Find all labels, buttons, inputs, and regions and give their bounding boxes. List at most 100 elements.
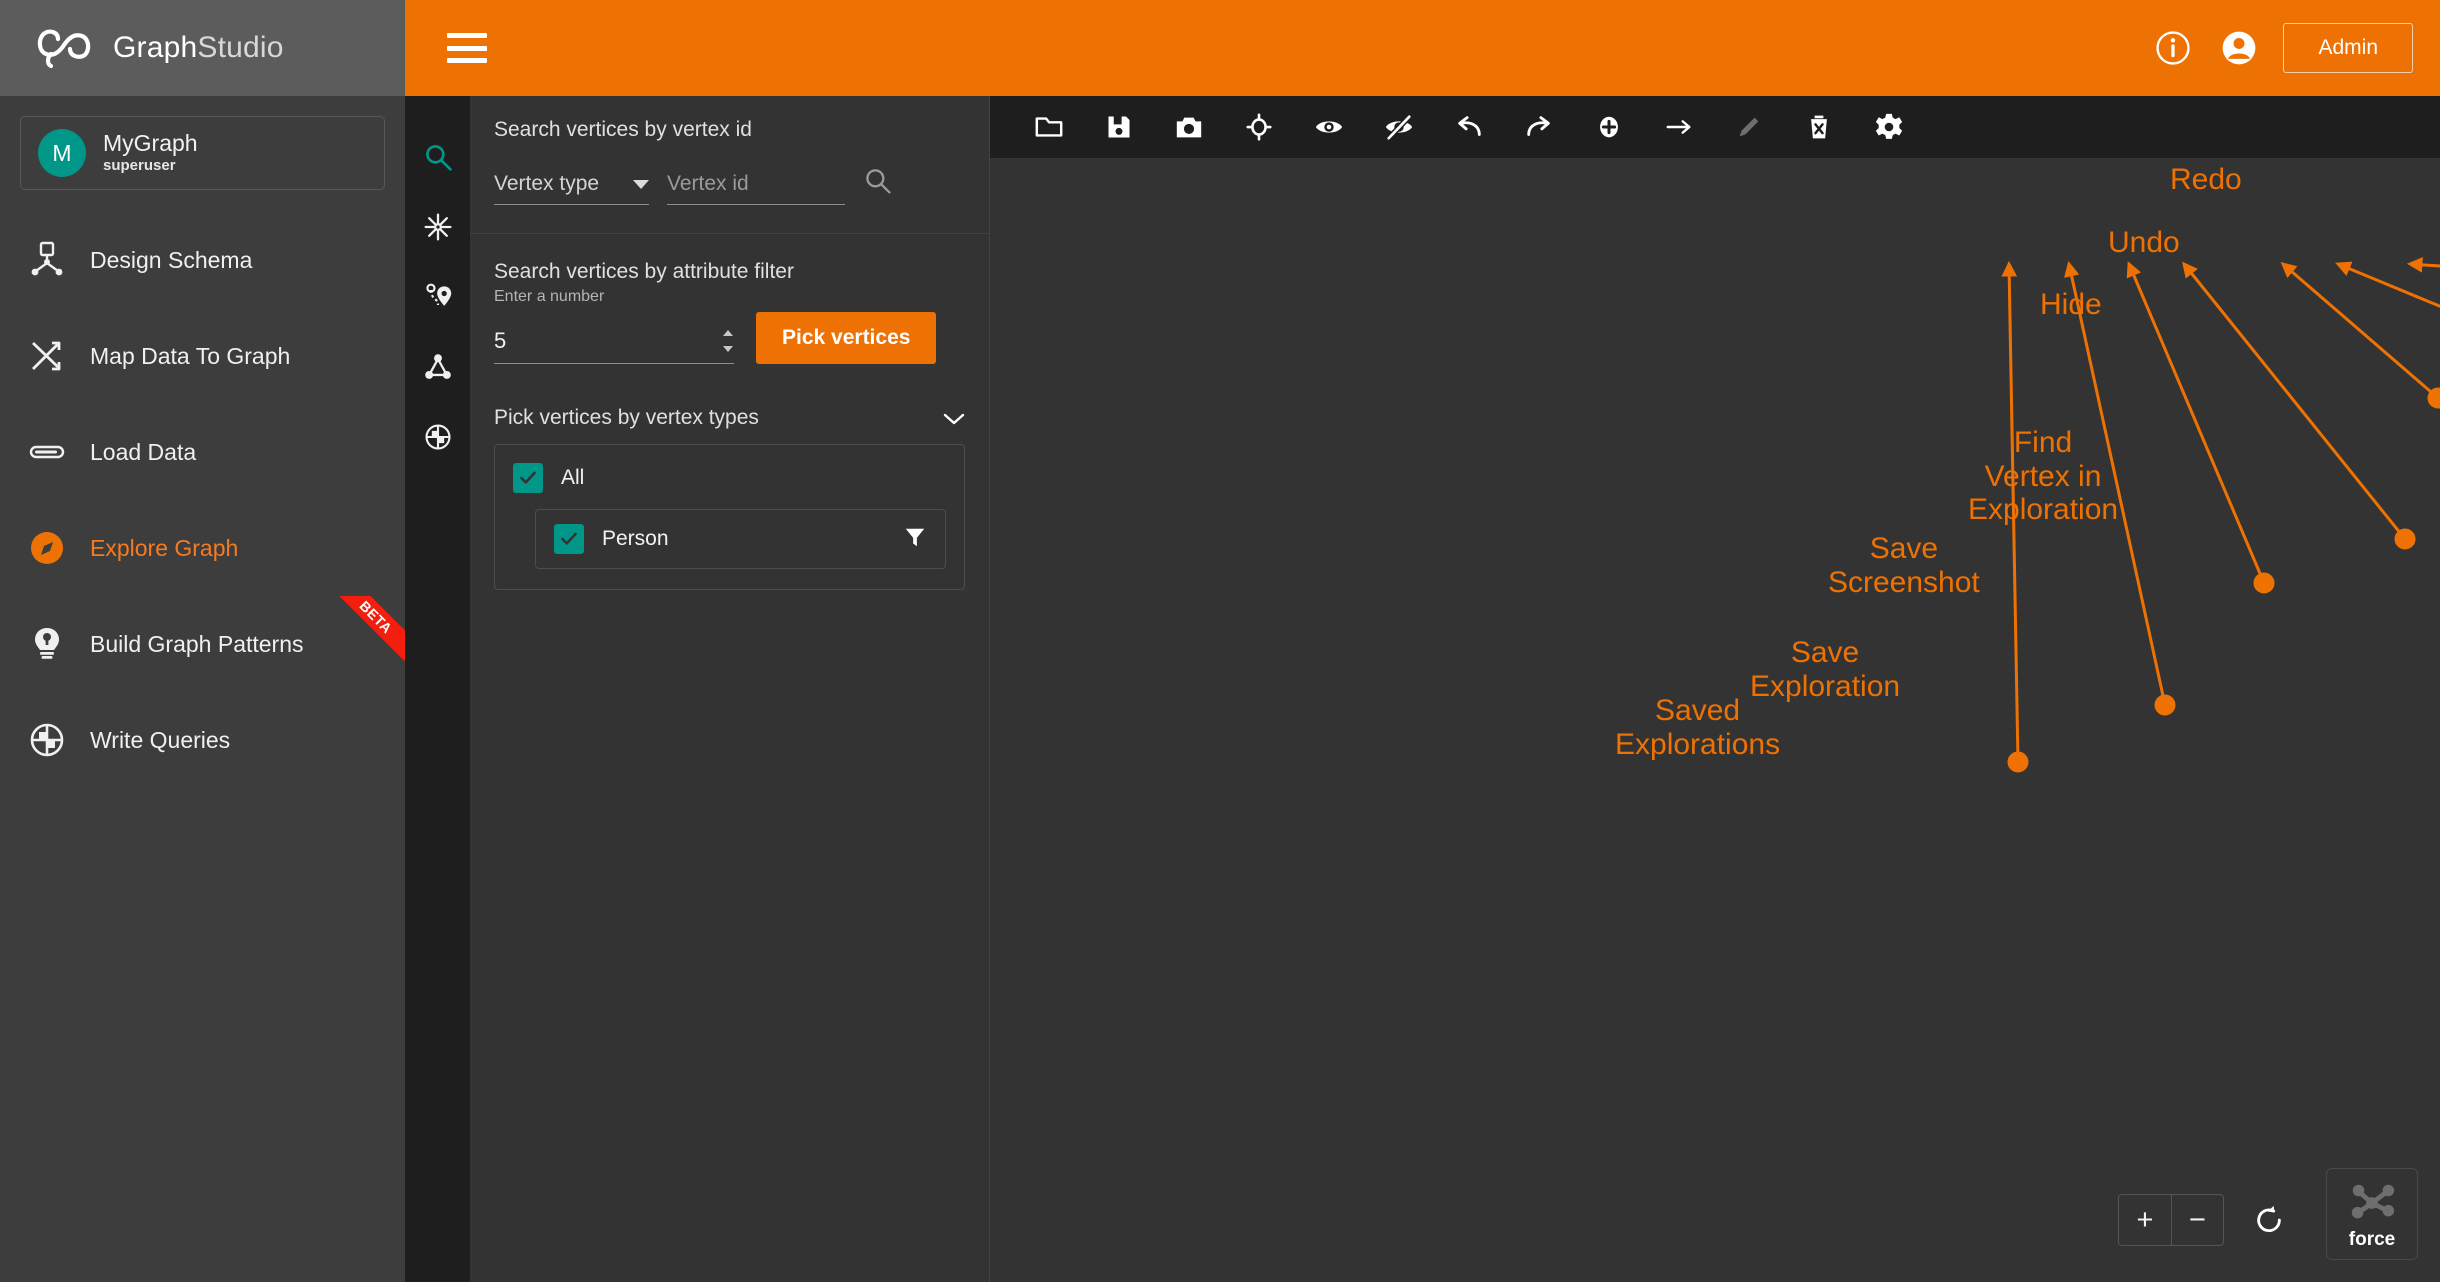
pick-by-types-header[interactable]: Pick vertices by vertex types: [494, 406, 965, 430]
anno-line-hide: [2283, 264, 2438, 398]
graph-card-text: MyGraph superuser: [103, 130, 198, 176]
search-by-vertex-id-section: Search vertices by vertex id Vertex type…: [470, 118, 989, 205]
funnel-icon[interactable]: [903, 525, 927, 554]
zoom-button-group: + −: [2118, 1194, 2224, 1246]
graph-name: MyGraph: [103, 130, 198, 156]
annotation-hide: Hide: [2040, 288, 2102, 322]
annotation-save-screenshot: Save Screenshot: [1828, 532, 1980, 599]
annotation-save-exploration: Save Exploration: [1750, 636, 1900, 703]
vertex-id-placeholder: Vertex id: [667, 172, 749, 196]
body-row: Search vertices by vertex id Vertex type…: [405, 96, 2440, 1282]
sidebar-item-label: Explore Graph: [90, 535, 238, 562]
eye-off-icon[interactable]: [1364, 96, 1434, 158]
vertex-type-select[interactable]: Vertex type: [494, 172, 649, 205]
shortest-path-icon: [423, 282, 453, 317]
zoom-in-button[interactable]: +: [2119, 1195, 2171, 1245]
arrow-right-icon[interactable]: [1644, 96, 1714, 158]
vertex-id-field-row: Vertex type Vertex id: [494, 166, 965, 205]
number-stepper[interactable]: [723, 330, 734, 352]
anno-line-save-screenshot: [2129, 264, 2264, 583]
sidebar-item-map-data-to-graph[interactable]: Map Data To Graph: [0, 308, 405, 404]
graph-physics-button[interactable]: force: [2326, 1168, 2418, 1260]
number-input[interactable]: 5: [494, 328, 734, 364]
graph-canvas[interactable]: Saved Explorations Save Exploration Save…: [990, 96, 2440, 1282]
annotation-saved-explorations: Saved Explorations: [1615, 694, 1780, 761]
sidebar-item-design-schema[interactable]: Design Schema: [0, 212, 405, 308]
settings-gear-icon[interactable]: [1854, 96, 1924, 158]
camera-icon[interactable]: [1154, 96, 1224, 158]
sidebar-item-build-graph-patterns[interactable]: Build Graph Patterns BETA: [0, 596, 405, 692]
chevron-down-icon: [943, 412, 965, 424]
rail-item-snowflake[interactable]: [405, 194, 470, 264]
vertex-type-row-person: Person: [535, 509, 946, 569]
undo-icon[interactable]: [1434, 96, 1504, 158]
checkbox-checked-icon: [513, 463, 543, 493]
section-title: Search vertices by vertex id: [494, 118, 965, 142]
globe-query-icon: [423, 422, 453, 457]
eye-icon[interactable]: [1294, 96, 1364, 158]
rail-item-globe-query[interactable]: [405, 404, 470, 474]
find-vertex-icon[interactable]: [1224, 96, 1294, 158]
rail-item-shortest-path[interactable]: [405, 264, 470, 334]
refresh-icon[interactable]: [2246, 1197, 2292, 1243]
anno-line-redo: [2410, 264, 2440, 275]
graph-algo-icon: [423, 352, 453, 387]
chevron-down-icon: [633, 180, 649, 189]
shuffle-icon: [28, 337, 66, 375]
brand-header: GraphStudio: [0, 0, 405, 96]
checkbox-label: Person: [602, 527, 669, 551]
checkbox-checked-icon: [554, 524, 584, 554]
force-label: force: [2349, 1229, 2395, 1251]
checkbox-label: All: [561, 466, 584, 490]
annotation-undo: Undo: [2108, 226, 2180, 260]
anno-dot: [2009, 753, 2027, 771]
zoom-out-button[interactable]: −: [2171, 1195, 2223, 1245]
schema-icon: [28, 241, 66, 279]
graphstudio-app: GraphStudio M MyGraph superuser Design S…: [0, 0, 2440, 1282]
redo-icon[interactable]: [1504, 96, 1574, 158]
snowflake-icon: [423, 212, 453, 247]
vertex-id-input[interactable]: Vertex id: [667, 172, 845, 205]
sidebar-nav: Design Schema Map Data To Graph: [0, 212, 405, 788]
hamburger-icon[interactable]: [447, 33, 487, 63]
vertex-type-label: Vertex type: [494, 172, 599, 196]
search-icon[interactable]: [863, 166, 893, 205]
section-title: Pick vertices by vertex types: [494, 406, 759, 430]
account-circle-icon[interactable]: [2217, 26, 2261, 70]
annotation-find-vertex: Find Vertex in Exploration: [1968, 426, 2118, 527]
search-icon: [423, 142, 453, 177]
sidebar-item-label: Map Data To Graph: [90, 343, 290, 370]
force-graph-icon: [2345, 1178, 2399, 1233]
info-circle-icon[interactable]: [2151, 26, 2195, 70]
infinity-logo-icon: [34, 27, 96, 69]
open-folder-icon[interactable]: [1014, 96, 1084, 158]
anno-dot: [2396, 530, 2414, 548]
rail-item-graph-algo[interactable]: [405, 334, 470, 404]
sidebar-item-label: Write Queries: [90, 727, 230, 754]
attribute-filter-row: 5 Pick vertices: [494, 312, 965, 364]
sidebar-item-label: Build Graph Patterns: [90, 631, 304, 658]
exploration-toolbar: [990, 96, 2440, 158]
sidebar-item-write-queries[interactable]: Write Queries: [0, 692, 405, 788]
checkbox-all[interactable]: All: [513, 463, 946, 493]
admin-button[interactable]: Admin: [2283, 23, 2413, 73]
main-column: Admin: [405, 0, 2440, 1282]
number-value: 5: [494, 328, 506, 354]
sidebar-item-label: Design Schema: [90, 247, 252, 274]
pencil-icon: [1714, 96, 1784, 158]
anno-dot: [2255, 574, 2273, 592]
anno-dot: [2156, 696, 2174, 714]
sidebar-item-explore-graph[interactable]: Explore Graph: [0, 500, 405, 596]
zoom-controls: + −: [2118, 1194, 2292, 1246]
pick-vertices-button[interactable]: Pick vertices: [756, 312, 936, 364]
graph-selector-card[interactable]: M MyGraph superuser: [20, 116, 385, 190]
checkbox-person[interactable]: Person: [554, 524, 669, 554]
sidebar-item-load-data[interactable]: Load Data: [0, 404, 405, 500]
left-sidebar: GraphStudio M MyGraph superuser Design S…: [0, 0, 405, 1282]
save-icon[interactable]: [1084, 96, 1154, 158]
rail-item-search[interactable]: [405, 124, 470, 194]
add-circle-icon[interactable]: [1574, 96, 1644, 158]
number-hint: Enter a number: [494, 288, 965, 306]
vertex-types-box: All Person: [494, 444, 965, 590]
delete-icon[interactable]: [1784, 96, 1854, 158]
